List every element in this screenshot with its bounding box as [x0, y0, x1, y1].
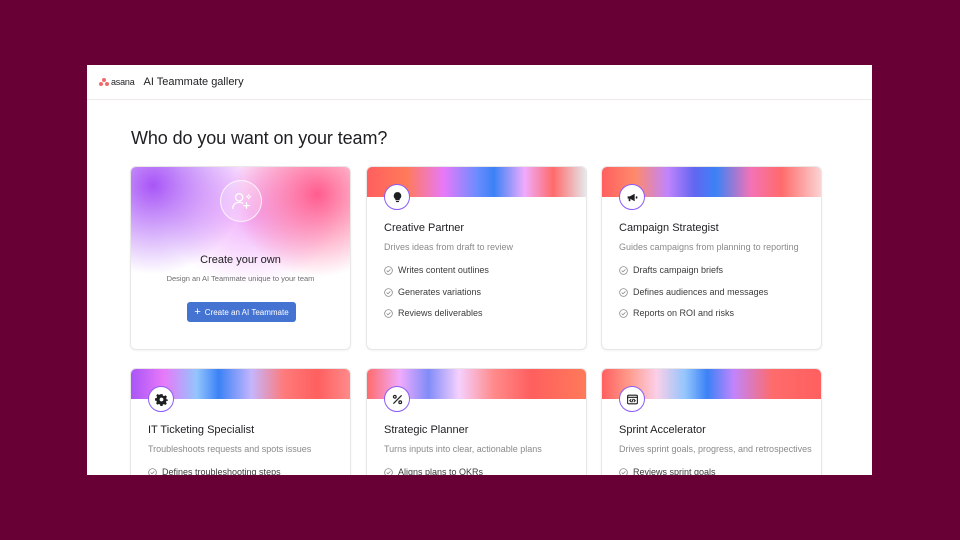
card-title: Creative Partner — [384, 222, 465, 234]
check-circle-icon — [619, 265, 628, 275]
teammate-card-strategic-planner[interactable]: Strategic Planner Turns inputs into clea… — [366, 368, 587, 475]
feature-item: Drafts campaign briefs — [619, 265, 723, 275]
card-title: IT Ticketing Specialist — [148, 424, 255, 436]
asana-logo-text: asana — [111, 77, 135, 87]
page-title: AI Teammate gallery — [143, 76, 244, 88]
card-subtitle: Drives sprint goals, progress, and retro… — [619, 444, 812, 454]
app-window: asana AI Teammate gallery Who do you wan… — [87, 65, 872, 475]
percent-icon — [384, 386, 410, 412]
card-title: Sprint Accelerator — [619, 424, 706, 436]
check-circle-icon — [384, 287, 393, 297]
feature-item: Generates variations — [384, 287, 481, 297]
feature-item: Aligns plans to OKRs — [384, 467, 483, 475]
check-circle-icon — [384, 467, 393, 475]
card-subtitle: Drives ideas from draft to review — [384, 242, 514, 252]
check-circle-icon — [148, 467, 157, 475]
feature-item: Writes content outlines — [384, 265, 489, 275]
feature-item: Reports on ROI and risks — [619, 308, 734, 318]
card-subtitle: Turns inputs into clear, actionable plan… — [384, 444, 542, 454]
feature-label: Defines audiences and messages — [633, 287, 769, 297]
gallery-heading: Who do you want on your team? — [131, 128, 388, 148]
feature-item: Defines troubleshooting steps — [148, 467, 281, 475]
asana-logo-icon — [99, 78, 109, 86]
feature-label: Writes content outlines — [398, 265, 489, 275]
feature-label: Reviews sprint goals — [633, 467, 716, 475]
feature-item: Reviews deliverables — [384, 308, 483, 318]
asana-logo[interactable]: asana — [99, 76, 135, 88]
check-circle-icon — [384, 308, 393, 318]
gear-icon — [148, 386, 174, 412]
megaphone-icon — [619, 184, 645, 210]
plus-icon: + — [194, 305, 201, 318]
create-your-own-card[interactable]: Create your own Design an AI Teammate un… — [130, 166, 351, 350]
check-circle-icon — [619, 287, 628, 297]
card-subtitle: Guides campaigns from planning to report… — [619, 242, 799, 252]
create-card-subtitle: Design an AI Teammate unique to your tea… — [166, 274, 315, 283]
user-plus-icon — [220, 180, 262, 222]
teammate-card-sprint-accelerator[interactable]: Sprint Accelerator Drives sprint goals, … — [601, 368, 822, 475]
feature-label: Reviews deliverables — [398, 308, 483, 318]
teammate-card-it-ticketing-specialist[interactable]: IT Ticketing Specialist Troubleshoots re… — [130, 368, 351, 475]
create-button-label: Create an AI Teammate — [204, 307, 289, 317]
feature-item: Defines audiences and messages — [619, 287, 768, 297]
feature-label: Generates variations — [398, 287, 482, 297]
teammate-card-campaign-strategist[interactable]: Campaign Strategist Guides campaigns fro… — [601, 166, 822, 350]
create-ai-teammate-button[interactable]: + Create an AI Teammate — [187, 302, 296, 322]
card-subtitle: Troubleshoots requests and spots issues — [148, 444, 312, 454]
create-card-title: Create your own — [200, 254, 281, 266]
code-window-icon — [619, 386, 645, 412]
feature-label: Defines troubleshooting steps — [162, 467, 281, 475]
check-circle-icon — [619, 467, 628, 475]
card-title: Campaign Strategist — [619, 222, 719, 234]
check-circle-icon — [619, 308, 628, 318]
card-title: Strategic Planner — [384, 424, 469, 436]
feature-item: Reviews sprint goals — [619, 467, 716, 475]
feature-label: Reports on ROI and risks — [633, 308, 735, 318]
feature-label: Drafts campaign briefs — [633, 265, 724, 275]
top-bar: asana AI Teammate gallery — [87, 65, 872, 100]
feature-label: Aligns plans to OKRs — [398, 467, 484, 475]
teammate-card-creative-partner[interactable]: Creative Partner Drives ideas from draft… — [366, 166, 587, 350]
lightbulb-icon — [384, 184, 410, 210]
check-circle-icon — [384, 265, 393, 275]
